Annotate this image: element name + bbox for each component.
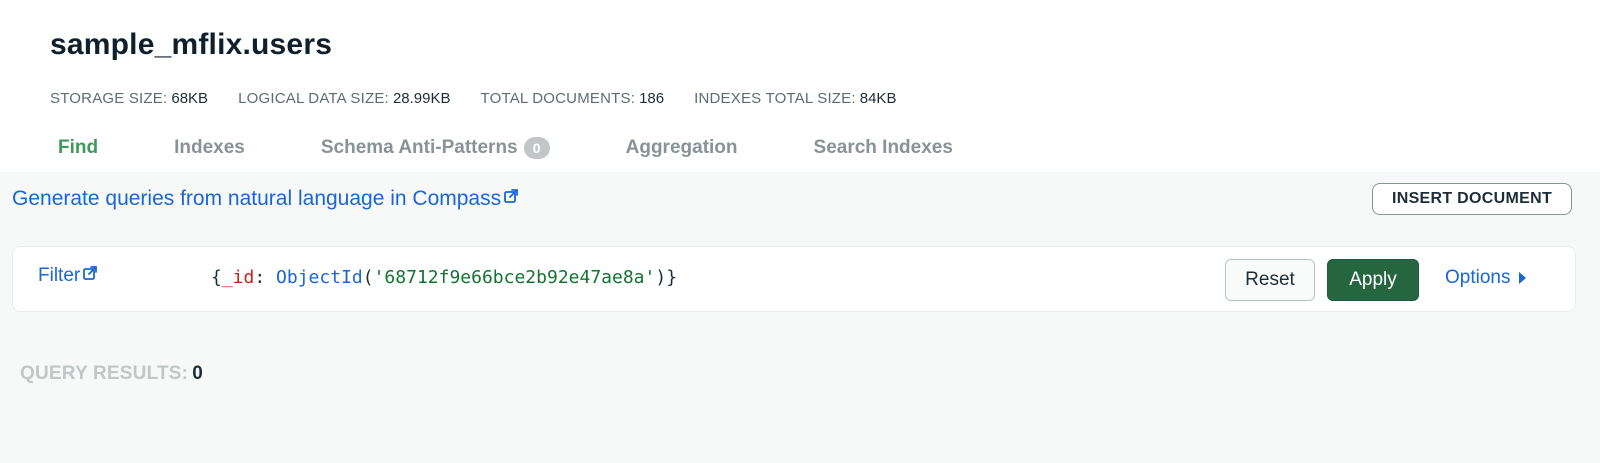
paren-close: ) — [655, 267, 667, 288]
brace-close: } — [666, 267, 678, 288]
compass-collection-page: sample_mflix.users STORAGE SIZE: 68KB LOG… — [0, 0, 1600, 463]
collection-header: sample_mflix.users STORAGE SIZE: 68KB LOG… — [0, 0, 1600, 172]
stat-value: 84KB — [859, 90, 897, 107]
external-link-icon — [83, 266, 98, 280]
stat-logical-data-size: LOGICAL DATA SIZE: 28.99KB — [238, 90, 450, 107]
stat-total-documents: TOTAL DOCUMENTS: 186 — [480, 90, 664, 107]
options-label: Options — [1445, 267, 1511, 288]
reset-button[interactable]: Reset — [1225, 259, 1315, 301]
paren-open: ( — [362, 267, 374, 288]
apply-button[interactable]: Apply — [1327, 259, 1419, 301]
stat-label: TOTAL DOCUMENTS: — [480, 90, 636, 107]
link-label: Generate queries from natural language i… — [12, 187, 502, 210]
stat-label: LOGICAL DATA SIZE: — [238, 90, 389, 107]
collection-stats: STORAGE SIZE: 68KB LOGICAL DATA SIZE: 28.9… — [50, 90, 896, 107]
filter-function: ObjectId — [276, 267, 363, 288]
options-toggle[interactable]: Options — [1445, 267, 1527, 289]
filter-docs-link[interactable]: Filter — [38, 265, 98, 287]
caret-right-icon — [1519, 272, 1527, 284]
results-count: 0 — [192, 363, 203, 384]
tab-aggregation[interactable]: Aggregation — [606, 134, 758, 162]
tab-search-indexes[interactable]: Search Indexes — [794, 134, 973, 162]
tab-indexes[interactable]: Indexes — [154, 134, 265, 162]
filter-string: '68712f9e66bce2b92e47ae8a' — [373, 267, 656, 288]
insert-document-button[interactable]: INSERT DOCUMENT — [1372, 183, 1572, 215]
generate-queries-link[interactable]: Generate queries from natural language i… — [12, 187, 519, 211]
stat-value: 68KB — [171, 90, 209, 107]
brace-open: { — [211, 267, 222, 288]
stat-value: 186 — [639, 90, 665, 107]
stat-indexes-total-size: INDEXES TOTAL SIZE: 84KB — [694, 90, 896, 107]
query-bar: Filter {_id: ObjectId('68712f9e66bce2b92… — [12, 246, 1576, 312]
stat-label: INDEXES TOTAL SIZE: — [694, 90, 856, 107]
find-panel: Generate queries from natural language i… — [0, 172, 1600, 463]
stat-label: STORAGE SIZE: — [50, 90, 168, 107]
stat-storage-size: STORAGE SIZE: 68KB — [50, 90, 208, 107]
tab-find[interactable]: Find — [38, 134, 118, 162]
tab-schema-anti-patterns[interactable]: Schema Anti-Patterns 0 — [301, 134, 570, 162]
filter-editor[interactable]: {_id: ObjectId('68712f9e66bce2b92e47ae8a… — [211, 267, 1171, 293]
filter-key: _id — [221, 267, 255, 288]
external-link-icon — [504, 189, 519, 203]
stat-value: 28.99KB — [392, 90, 451, 107]
colon: : — [254, 267, 277, 288]
filter-label: Filter — [38, 265, 81, 286]
query-results: QUERY RESULTS: 0 — [20, 363, 203, 385]
count-badge: 0 — [523, 137, 550, 159]
results-label: QUERY RESULTS: — [20, 363, 189, 384]
collection-title: sample_mflix.users — [50, 28, 333, 61]
tab-label: Schema Anti-Patterns — [320, 137, 518, 158]
collection-tabs: Find Indexes Schema Anti-Patterns 0 Aggr… — [38, 134, 1009, 172]
